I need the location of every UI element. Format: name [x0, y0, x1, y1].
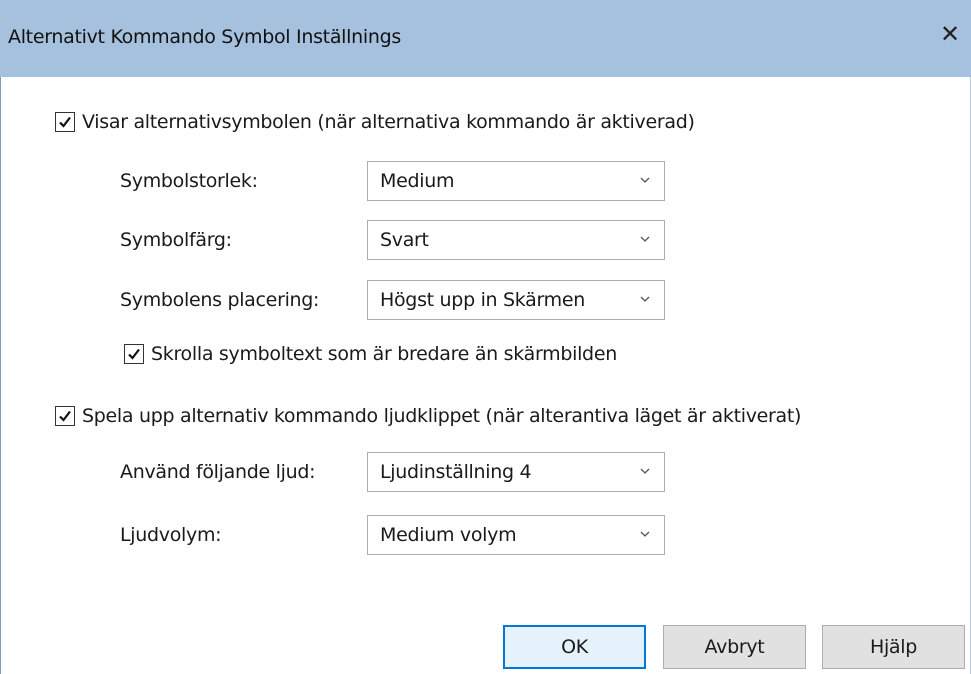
symbol-size-value: Medium: [380, 170, 455, 192]
chevron-down-icon: [640, 236, 650, 242]
scroll-text-row[interactable]: Skrolla symboltext som är bredare än skä…: [124, 343, 617, 365]
play-sound-checkbox[interactable]: [55, 406, 75, 426]
play-sound-row[interactable]: Spela upp alternativ kommando ljudklippe…: [55, 405, 801, 427]
sound-choice-select[interactable]: Ljudinställning 4: [367, 452, 665, 492]
show-symbol-row[interactable]: Visar alternativsymbolen (när alternativ…: [55, 111, 695, 133]
close-icon[interactable]: ✕: [934, 18, 966, 50]
dialog-window: Alternativt Kommando Symbol Inställnings…: [0, 0, 971, 674]
symbol-size-select[interactable]: Medium: [367, 161, 665, 201]
chevron-down-icon: [640, 468, 650, 474]
show-symbol-checkbox[interactable]: [55, 112, 75, 132]
scroll-text-checkbox[interactable]: [124, 344, 144, 364]
title-bar[interactable]: Alternativt Kommando Symbol Inställnings…: [0, 0, 971, 77]
checkmark-icon: [59, 116, 71, 128]
chevron-down-icon: [640, 296, 650, 302]
play-sound-label: Spela upp alternativ kommando ljudklippe…: [82, 405, 802, 427]
ok-button[interactable]: OK: [503, 625, 646, 669]
symbol-color-select[interactable]: Svart: [367, 220, 665, 260]
chevron-down-icon: [640, 177, 650, 183]
sound-choice-label: Använd följande ljud:: [120, 461, 316, 483]
scroll-text-label: Skrolla symboltext som är bredare än skä…: [151, 343, 617, 365]
help-button[interactable]: Hjälp: [822, 625, 965, 669]
show-symbol-label: Visar alternativsymbolen (när alternativ…: [82, 111, 695, 133]
sound-volume-label: Ljudvolym:: [120, 524, 222, 546]
dialog-title: Alternativt Kommando Symbol Inställnings: [8, 26, 401, 48]
symbol-position-select[interactable]: Högst upp in Skärmen: [367, 280, 665, 320]
chevron-down-icon: [640, 531, 650, 537]
symbol-position-label: Symbolens placering:: [120, 289, 320, 311]
symbol-color-label: Symbolfärg:: [120, 229, 232, 251]
sound-choice-value: Ljudinställning 4: [380, 461, 532, 483]
symbol-position-value: Högst upp in Skärmen: [380, 289, 586, 311]
checkmark-icon: [59, 410, 71, 422]
window-border-left: [0, 77, 1, 674]
symbol-color-value: Svart: [380, 229, 429, 251]
symbol-size-label: Symbolstorlek:: [120, 170, 258, 192]
sound-volume-select[interactable]: Medium volym: [367, 515, 665, 555]
cancel-button[interactable]: Avbryt: [663, 625, 806, 669]
checkmark-icon: [128, 348, 140, 360]
sound-volume-value: Medium volym: [380, 524, 517, 546]
